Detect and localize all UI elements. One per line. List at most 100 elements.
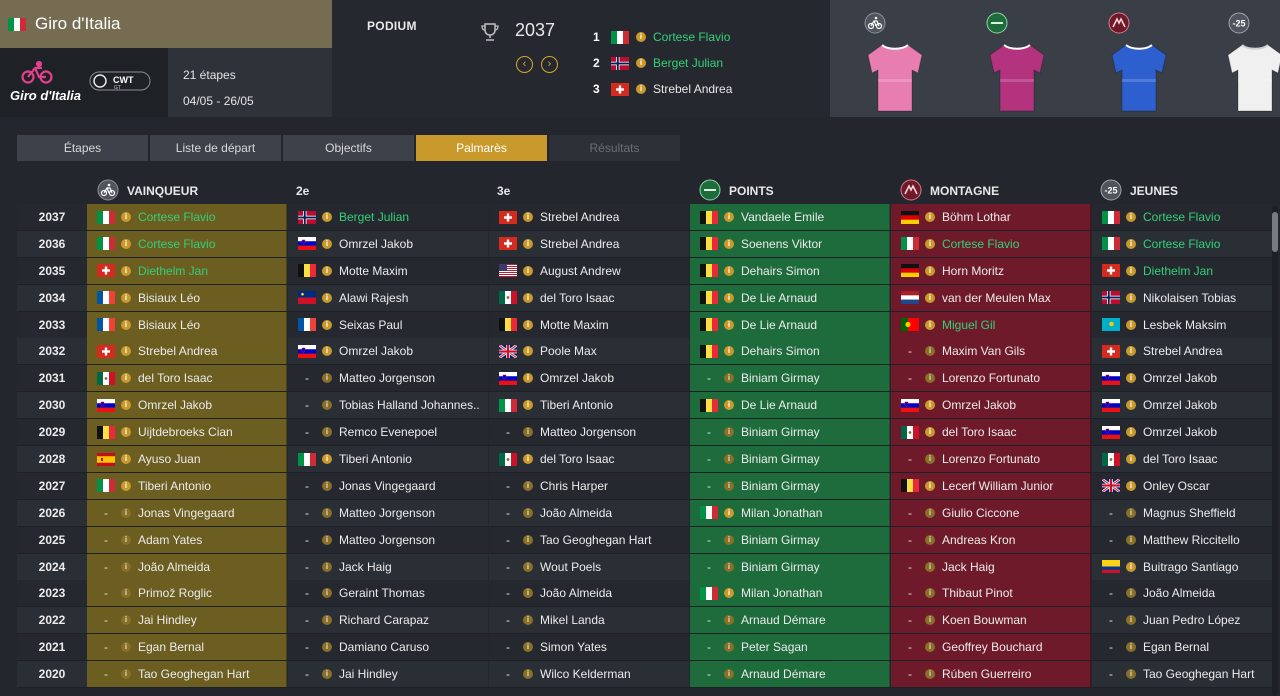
rider-name[interactable]: Seixas Paul xyxy=(339,318,402,332)
rider-name[interactable]: De Lie Arnaud xyxy=(741,398,817,412)
info-icon[interactable]: i xyxy=(925,212,935,222)
info-icon[interactable]: i xyxy=(322,373,332,384)
info-icon[interactable]: i xyxy=(1126,507,1136,518)
info-icon[interactable]: i xyxy=(523,561,533,572)
next-year-button[interactable]: › xyxy=(541,56,558,73)
info-icon[interactable]: i xyxy=(121,534,131,545)
rider-name[interactable]: August Andrew xyxy=(540,264,621,278)
info-icon[interactable]: i xyxy=(121,292,131,303)
rider-name[interactable]: Tao Geoghegan Hart xyxy=(138,667,249,681)
rider-name[interactable]: Richard Carapaz xyxy=(339,613,429,627)
info-icon[interactable]: i xyxy=(322,454,332,465)
info-icon[interactable]: i xyxy=(724,480,734,491)
info-icon[interactable]: i xyxy=(925,319,935,330)
info-icon[interactable]: i xyxy=(1126,400,1136,411)
info-icon[interactable]: i xyxy=(322,534,332,545)
rider-name[interactable]: Milan Jonathan xyxy=(741,506,822,520)
info-icon[interactable]: i xyxy=(925,534,935,545)
mountain-jersey[interactable] xyxy=(1108,8,1188,113)
info-icon[interactable]: i xyxy=(724,588,734,599)
rider-name[interactable]: Matteo Jorgenson xyxy=(339,506,435,520)
rider-name[interactable]: Strebel Andrea xyxy=(540,237,619,251)
info-icon[interactable]: i xyxy=(523,588,533,599)
info-icon[interactable]: i xyxy=(523,319,533,330)
info-icon[interactable]: i xyxy=(523,480,533,491)
rider-name[interactable]: Jonas Vingegaard xyxy=(339,479,436,493)
info-icon[interactable]: i xyxy=(121,669,131,680)
rider-name[interactable]: Arnaud Démare xyxy=(741,613,826,627)
info-icon[interactable]: i xyxy=(523,642,533,653)
rider-name[interactable]: Tao Geoghegan Hart xyxy=(540,533,651,547)
info-icon[interactable]: i xyxy=(724,400,734,411)
info-icon[interactable]: i xyxy=(523,265,533,276)
rider-name[interactable]: Matteo Jorgenson xyxy=(339,371,435,385)
rider-name[interactable]: Remco Evenepoel xyxy=(339,425,437,439)
info-icon[interactable]: i xyxy=(523,292,533,303)
info-icon[interactable]: i xyxy=(1126,454,1136,465)
info-icon[interactable]: i xyxy=(121,238,131,249)
info-icon[interactable]: i xyxy=(724,615,734,626)
rider-name[interactable]: Arnaud Démare xyxy=(741,667,826,681)
info-icon[interactable]: i xyxy=(1126,238,1136,249)
rider-name[interactable]: João Almeida xyxy=(540,586,612,600)
rider-name[interactable]: João Almeida xyxy=(138,560,210,574)
info-icon[interactable]: i xyxy=(1126,669,1136,680)
rider-name[interactable]: Diethelm Jan xyxy=(138,264,208,278)
rider-name[interactable]: Omrzel Jakob xyxy=(339,344,413,358)
rider-name[interactable]: Diethelm Jan xyxy=(1143,264,1213,278)
info-icon[interactable]: i xyxy=(523,400,533,411)
rider-name[interactable]: Alawi Rajesh xyxy=(339,291,408,305)
rider-name[interactable]: Milan Jonathan xyxy=(741,586,822,600)
rider-name[interactable]: Simon Yates xyxy=(540,640,607,654)
rider-name[interactable]: Rúben Guerreiro xyxy=(942,667,1031,681)
rider-name[interactable]: Andreas Kron xyxy=(942,533,1015,547)
info-icon[interactable]: i xyxy=(121,400,131,411)
rider-name[interactable]: Omrzel Jakob xyxy=(138,398,212,412)
rider-name[interactable]: Cortese Flavio xyxy=(138,210,215,224)
rider-name[interactable]: Strebel Andrea xyxy=(1143,344,1222,358)
info-icon[interactable]: i xyxy=(724,212,734,222)
info-icon[interactable]: i xyxy=(121,319,131,330)
info-icon[interactable]: i xyxy=(322,427,332,438)
rider-name[interactable]: João Almeida xyxy=(540,506,612,520)
rider-name[interactable]: Cortese Flavio xyxy=(1143,210,1220,224)
rider-name[interactable]: Damiano Caruso xyxy=(339,640,429,654)
info-icon[interactable]: i xyxy=(925,669,935,680)
rider-name[interactable]: Cortese Flavio xyxy=(138,237,215,251)
info-icon[interactable]: i xyxy=(925,427,935,438)
info-icon[interactable]: i xyxy=(322,292,332,303)
rider-name[interactable]: Dehairs Simon xyxy=(741,344,820,358)
info-icon[interactable]: i xyxy=(523,669,533,680)
info-icon[interactable]: i xyxy=(724,534,734,545)
rider-name[interactable]: Omrzel Jakob xyxy=(339,237,413,251)
info-icon[interactable]: i xyxy=(322,400,332,411)
info-icon[interactable]: i xyxy=(925,615,935,626)
info-icon[interactable]: i xyxy=(925,480,935,491)
rider-name[interactable]: Vandaele Emile xyxy=(741,210,824,224)
info-icon[interactable]: i xyxy=(322,642,332,653)
info-icon[interactable]: i xyxy=(121,265,131,276)
rider-name[interactable]: Lecerf William Junior xyxy=(942,479,1053,493)
rider-name[interactable]: Wout Poels xyxy=(540,560,601,574)
rider-name[interactable]: Biniam Girmay xyxy=(741,425,820,439)
rider-name[interactable]: van der Meulen Max xyxy=(942,291,1051,305)
rider-name[interactable]: Magnus Sheffield xyxy=(1143,506,1236,520)
rider-name[interactable]: Ayuso Juan xyxy=(138,452,201,466)
rider-name[interactable]: Lorenzo Fortunato xyxy=(942,452,1040,466)
info-icon[interactable]: i xyxy=(724,507,734,518)
info-icon[interactable]: i xyxy=(925,400,935,411)
rider-name[interactable]: Jai Hindley xyxy=(339,667,398,681)
rider-name[interactable]: Berget Julian xyxy=(339,210,409,224)
info-icon[interactable]: i xyxy=(523,212,533,222)
rider-name[interactable]: Tobias Halland Johannes.. xyxy=(339,398,480,412)
rider-name[interactable]: Geraint Thomas xyxy=(339,586,425,600)
info-icon[interactable]: i xyxy=(322,265,332,276)
tab-objectifs[interactable]: Objectifs xyxy=(283,135,414,161)
rider-name[interactable]: De Lie Arnaud xyxy=(741,291,817,305)
rider-name[interactable]: Primož Roglic xyxy=(138,586,212,600)
info-icon[interactable]: i xyxy=(523,615,533,626)
info-icon[interactable]: i xyxy=(925,561,935,572)
rider-name[interactable]: Matthew Riccitello xyxy=(1143,533,1240,547)
rider-name[interactable]: Uijtdebroeks Cian xyxy=(138,425,233,439)
rider-name[interactable]: Tao Geoghegan Hart xyxy=(1143,667,1254,681)
